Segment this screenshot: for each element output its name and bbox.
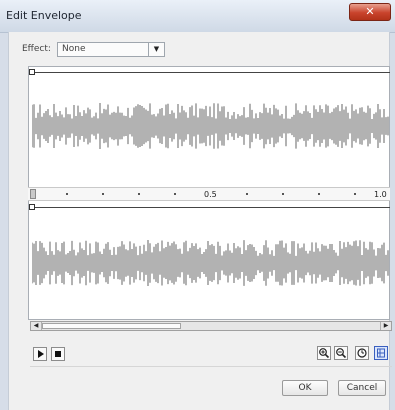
effect-selected-value: None bbox=[62, 44, 86, 54]
close-icon: ✕ bbox=[365, 5, 375, 18]
seconds-view-button[interactable] bbox=[355, 346, 369, 360]
ruler-tick bbox=[174, 193, 176, 195]
stop-button[interactable] bbox=[51, 347, 65, 361]
right-envelope-line[interactable] bbox=[32, 207, 390, 208]
ruler-tick bbox=[246, 193, 248, 195]
stop-icon bbox=[55, 351, 61, 357]
zoom-in-icon bbox=[319, 348, 330, 359]
close-button[interactable]: ✕ bbox=[349, 3, 391, 21]
scrollbar-thumb[interactable] bbox=[42, 323, 181, 329]
title-bar: Edit Envelope ✕ bbox=[0, 0, 395, 33]
ruler-label-mid: 0.5 bbox=[204, 190, 217, 199]
frames-view-button[interactable] bbox=[374, 346, 388, 360]
ruler-tick bbox=[354, 193, 356, 195]
effect-label: Effect: bbox=[22, 44, 51, 54]
footer-divider bbox=[30, 366, 392, 367]
play-button[interactable] bbox=[33, 347, 47, 361]
time-ruler: 0.5 1.0 bbox=[28, 187, 390, 201]
left-envelope-handle[interactable] bbox=[29, 69, 35, 75]
ruler-tick bbox=[318, 193, 320, 195]
ruler-tick bbox=[282, 193, 284, 195]
ruler-marker[interactable] bbox=[30, 189, 36, 199]
frames-icon bbox=[377, 348, 385, 358]
ruler-tick bbox=[66, 193, 68, 195]
ruler-tick bbox=[138, 193, 140, 195]
dialog-title: Edit Envelope bbox=[6, 9, 82, 22]
scroll-left-arrow-icon[interactable]: ◀ bbox=[31, 322, 42, 330]
zoom-out-button[interactable] bbox=[334, 346, 348, 360]
effect-dropdown[interactable]: None ▼ bbox=[57, 42, 165, 57]
ruler-label-end: 1.0 bbox=[374, 190, 387, 199]
scroll-right-arrow-icon[interactable]: ▶ bbox=[380, 322, 391, 330]
play-icon bbox=[38, 350, 44, 358]
left-channel-waveform bbox=[32, 103, 389, 149]
zoom-out-icon bbox=[336, 348, 347, 359]
horizontal-scrollbar[interactable]: ◀ ▶ bbox=[30, 321, 392, 331]
left-envelope-line[interactable] bbox=[32, 72, 390, 73]
right-envelope-handle[interactable] bbox=[29, 204, 35, 210]
ok-button[interactable]: OK bbox=[282, 380, 328, 396]
zoom-in-button[interactable] bbox=[317, 346, 331, 360]
clock-icon bbox=[357, 348, 367, 358]
cancel-button[interactable]: Cancel bbox=[338, 380, 386, 396]
right-channel-waveform bbox=[32, 240, 389, 286]
chevron-down-icon[interactable]: ▼ bbox=[148, 43, 164, 56]
ruler-tick bbox=[102, 193, 104, 195]
